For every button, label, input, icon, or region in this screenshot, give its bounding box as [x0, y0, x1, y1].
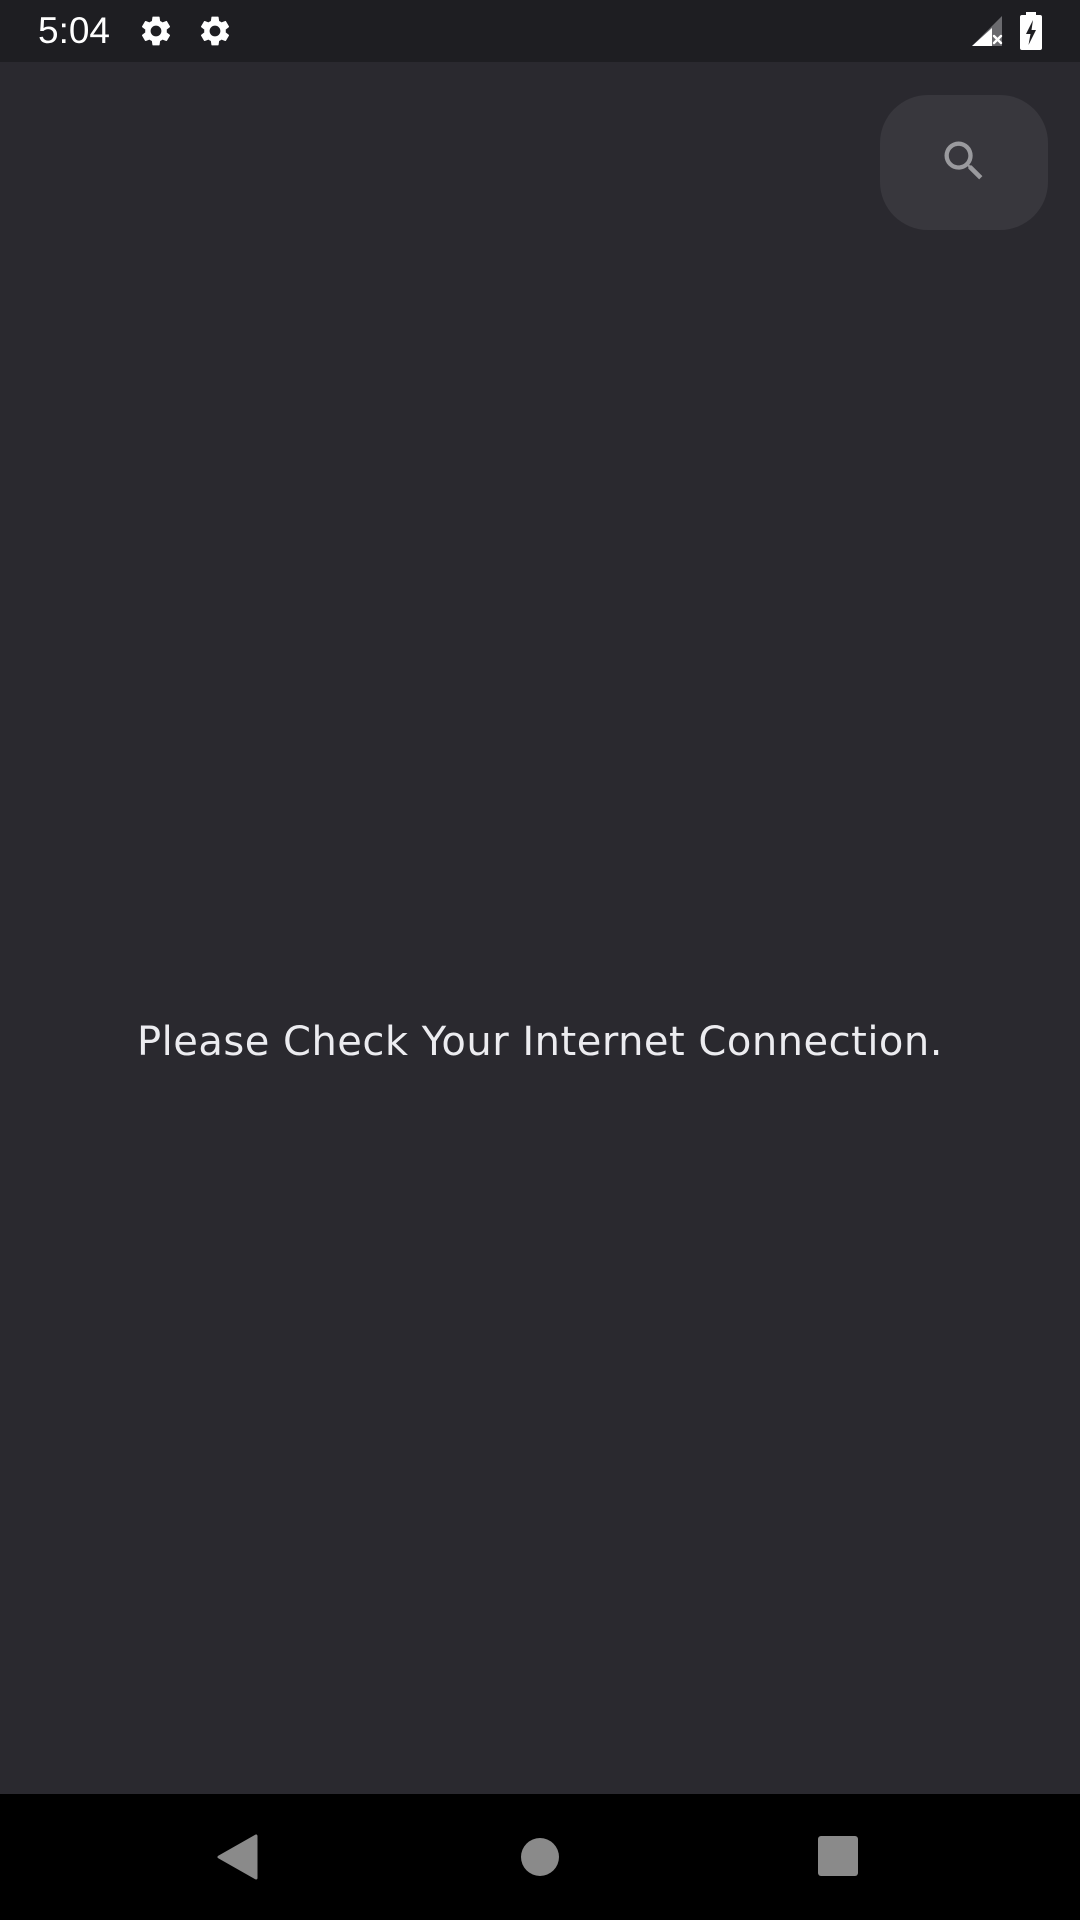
battery-charging-icon [1018, 12, 1044, 50]
status-bar: 5:04 [0, 0, 1080, 62]
no-connection-message: Please Check Your Internet Connection. [137, 1019, 943, 1065]
home-icon[interactable] [521, 1838, 559, 1876]
recents-icon[interactable] [818, 1836, 858, 1876]
search-icon [938, 135, 990, 191]
status-time: 5:04 [38, 10, 111, 51]
gear-icon [197, 13, 233, 49]
gear-icon [138, 13, 174, 49]
cellular-signal-no-service-icon [968, 14, 1004, 48]
search-button[interactable] [880, 95, 1048, 230]
app-screen: 5:04 Please Check Your Internet Connecti… [0, 0, 1080, 1920]
back-icon[interactable] [216, 1833, 260, 1881]
